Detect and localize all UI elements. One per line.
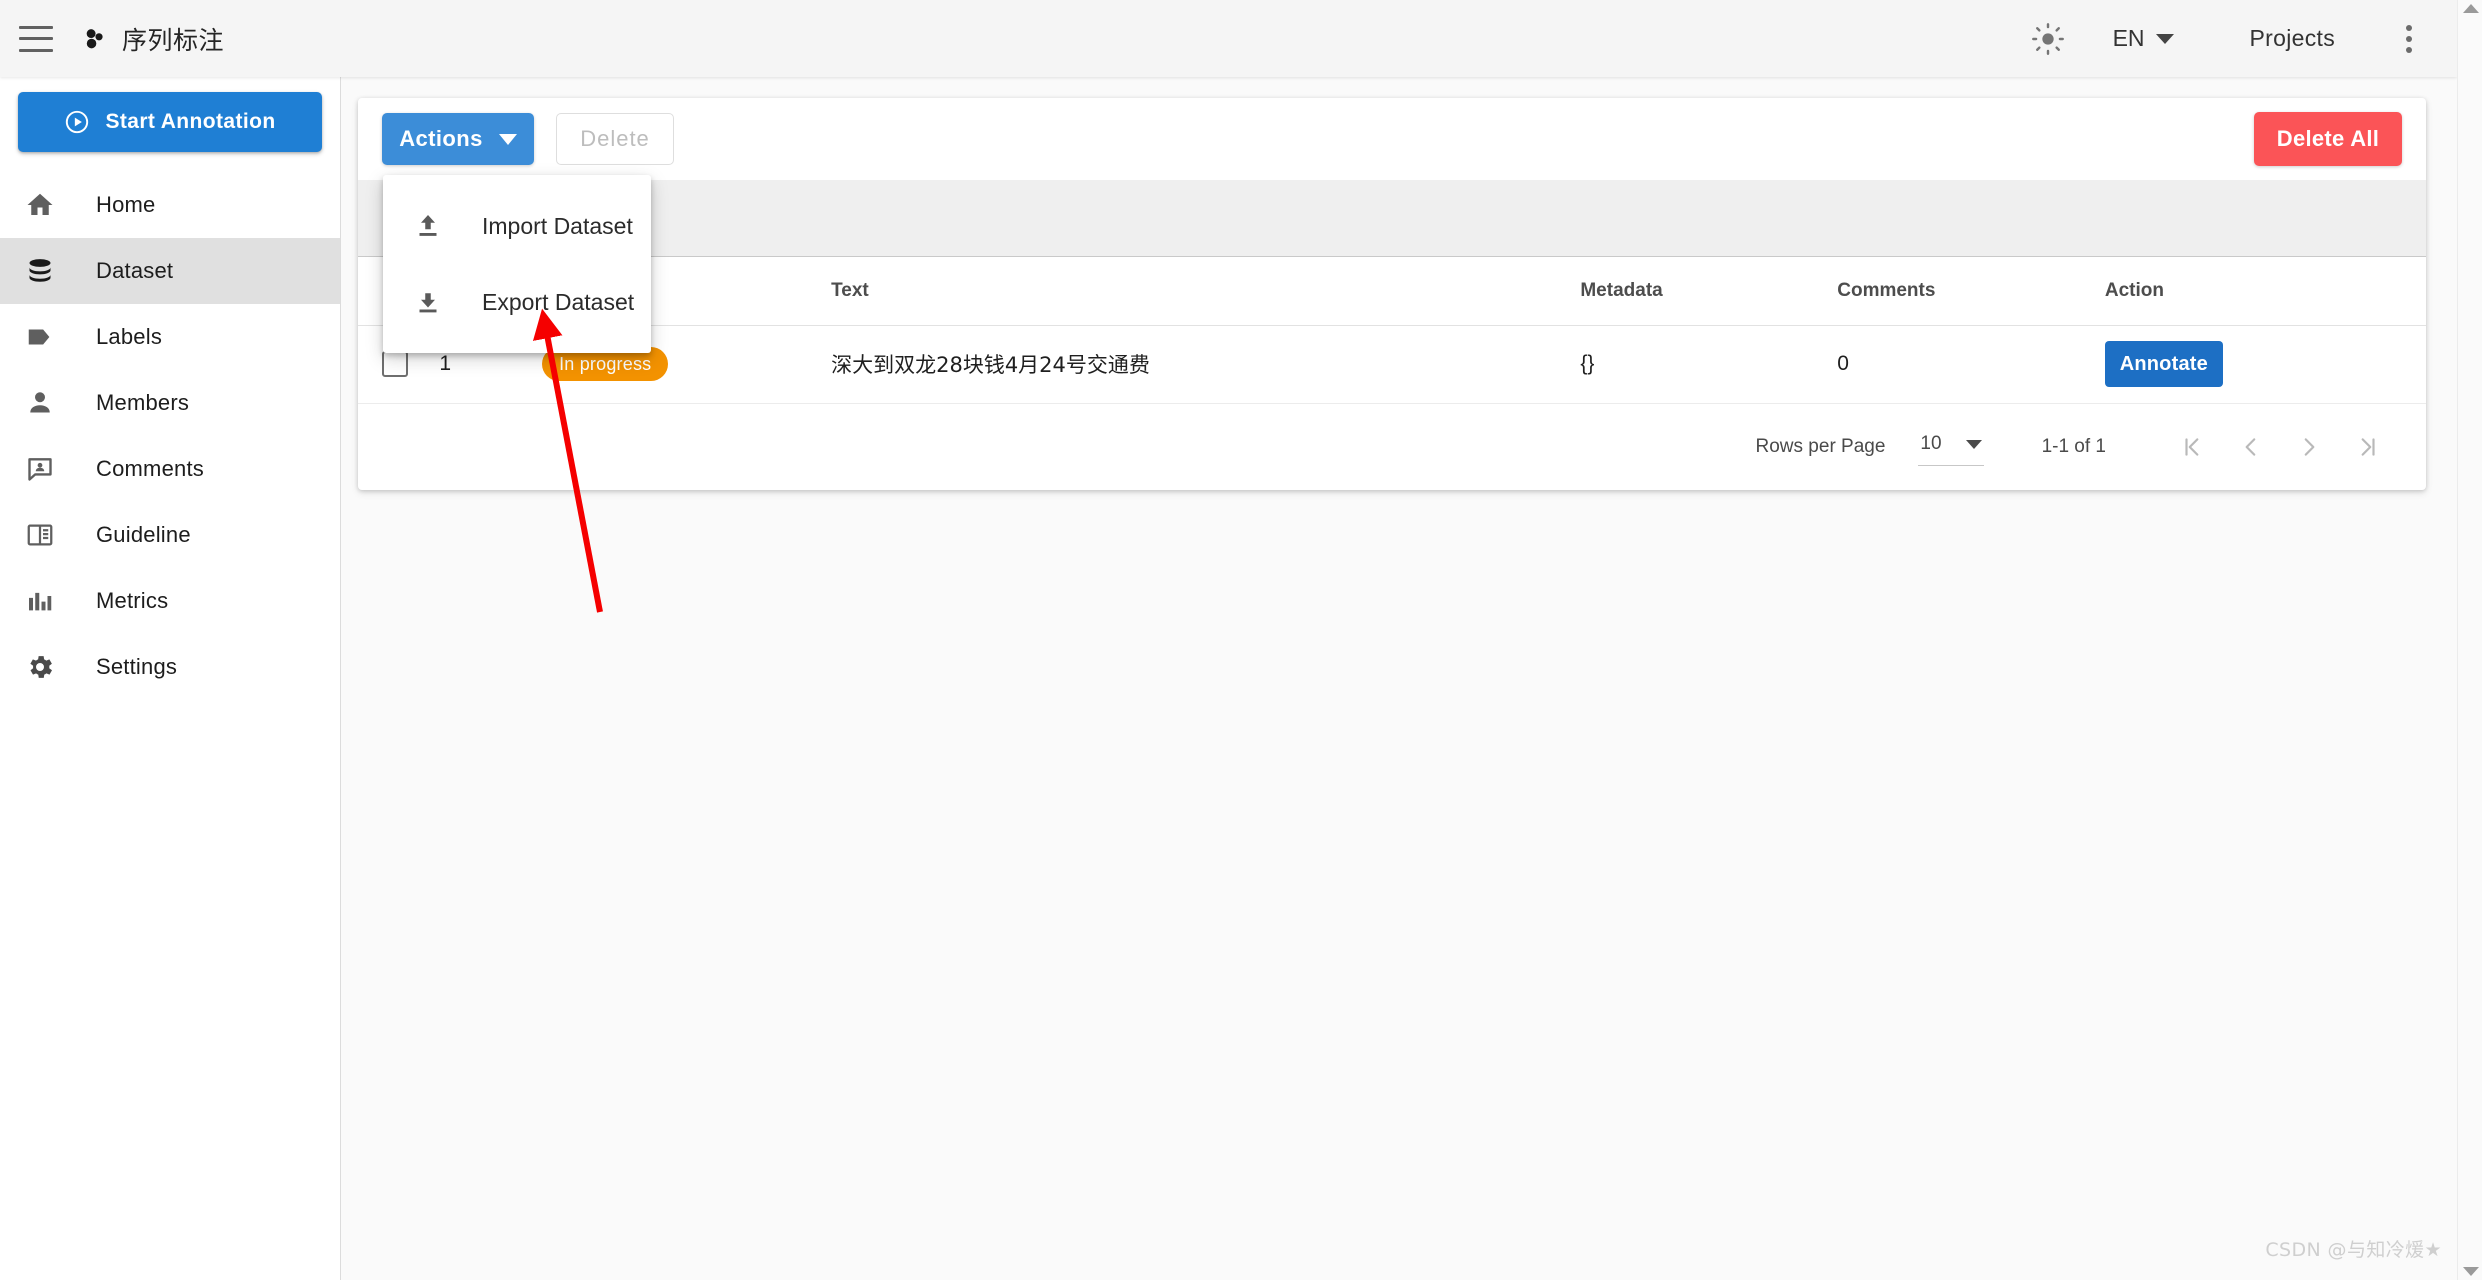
sidebar: Start Annotation Home Dataset Labels Mem… xyxy=(0,77,341,1280)
menu-item-import-dataset[interactable]: Import Dataset xyxy=(383,188,651,264)
home-icon xyxy=(14,190,66,220)
table-row: 1 In progress 深大到双龙28块钱4月24号交通费 {} 0 Ann… xyxy=(358,325,2426,404)
last-page-icon[interactable] xyxy=(2338,418,2396,476)
sidebar-item-guideline[interactable]: Guideline xyxy=(0,502,340,568)
sidebar-item-label: Metrics xyxy=(96,588,169,613)
dataset-card: Actions Delete Delete All Text Metadata xyxy=(358,98,2426,490)
main-content: Actions Delete Delete All Text Metadata xyxy=(341,77,2457,1280)
menu-item-export-dataset[interactable]: Export Dataset xyxy=(383,264,651,340)
page-title: 序列标注 xyxy=(122,25,225,55)
start-annotation-button[interactable]: Start Annotation xyxy=(18,92,322,152)
label-tag-icon xyxy=(14,322,66,352)
row-action-cell: Annotate xyxy=(2104,325,2426,404)
sidebar-item-label: Members xyxy=(96,390,190,415)
table-header-row: Text Metadata Comments Action xyxy=(358,257,2426,326)
sidebar-item-label: Guideline xyxy=(96,522,191,547)
app-root: 序列标注 EN Projects Start Annotation Home D… xyxy=(0,0,2482,1280)
column-header-metadata: Metadata xyxy=(1580,257,1838,326)
projects-link[interactable]: Projects xyxy=(2232,15,2353,62)
sidebar-item-dataset[interactable]: Dataset xyxy=(0,238,340,304)
row-text-cell: 深大到双龙28块钱4月24号交通费 xyxy=(831,325,1581,404)
play-circle-icon xyxy=(66,110,89,134)
row-metadata-cell: {} xyxy=(1580,325,1838,404)
sidebar-item-label: Dataset xyxy=(96,258,174,283)
chevron-right-icon[interactable] xyxy=(2280,418,2338,476)
start-annotation-label: Start Annotation xyxy=(105,110,276,133)
column-header-text: Text xyxy=(831,257,1581,326)
chevron-left-icon[interactable] xyxy=(2222,418,2280,476)
filter-strip[interactable] xyxy=(358,180,2426,257)
language-label: EN xyxy=(2112,25,2145,51)
table-head: Text Metadata Comments Action xyxy=(358,257,2426,326)
book-open-icon xyxy=(14,520,66,550)
rows-per-page-select[interactable]: 10 xyxy=(1918,427,1984,466)
comment-icon xyxy=(14,454,66,484)
column-header-comments: Comments xyxy=(1837,257,2105,326)
sidebar-item-label: Labels xyxy=(96,324,163,349)
caret-down-icon xyxy=(1965,439,1982,449)
person-icon xyxy=(14,388,66,418)
sidebar-item-members[interactable]: Members xyxy=(0,370,340,436)
menu-item-label: Import Dataset xyxy=(482,212,633,239)
upload-icon xyxy=(407,211,449,241)
row-comments-cell: 0 xyxy=(1837,325,2105,404)
vertical-scrollbar[interactable] xyxy=(2457,0,2482,1280)
column-header-action: Action xyxy=(2104,257,2426,326)
row-checkbox[interactable] xyxy=(382,351,408,377)
header-actions: EN Projects xyxy=(2017,8,2457,70)
scroll-down-icon[interactable] xyxy=(2463,1267,2479,1276)
app-header: 序列标注 EN Projects xyxy=(0,0,2457,77)
actions-button-label: Actions xyxy=(399,126,483,151)
annotate-button[interactable]: Annotate xyxy=(2104,341,2223,387)
doccano-logo-icon xyxy=(86,28,103,48)
sidebar-item-comments[interactable]: Comments xyxy=(0,436,340,502)
database-icon xyxy=(14,256,66,286)
download-icon xyxy=(407,287,449,317)
sidebar-item-settings[interactable]: Settings xyxy=(0,634,340,700)
rows-per-page-label: Rows per Page xyxy=(1755,435,1886,457)
sidebar-item-label: Home xyxy=(96,192,156,217)
chevron-down-icon xyxy=(2155,33,2174,44)
brightness-sun-icon[interactable] xyxy=(2017,8,2079,70)
watermark: CSDN @与知冷煖★ xyxy=(2265,1239,2442,1261)
brand: 序列标注 xyxy=(83,21,224,57)
dataset-table: Text Metadata Comments Action 1 In progr… xyxy=(358,257,2426,404)
rows-per-page-value: 10 xyxy=(1920,433,1942,454)
sidebar-item-labels[interactable]: Labels xyxy=(0,304,340,370)
paginator: Rows per Page 10 1-1 of 1 xyxy=(358,404,2426,490)
dataset-toolbar: Actions Delete Delete All xyxy=(358,98,2426,180)
page-range-label: 1-1 of 1 xyxy=(2041,435,2106,457)
caret-down-icon xyxy=(498,133,517,145)
sidebar-item-home[interactable]: Home xyxy=(0,172,340,238)
actions-menu: Import Dataset Export Dataset xyxy=(383,175,651,353)
sidebar-item-metrics[interactable]: Metrics xyxy=(0,568,340,634)
vertical-dots-icon[interactable] xyxy=(2383,8,2435,70)
bar-chart-icon xyxy=(14,586,66,616)
scroll-up-icon[interactable] xyxy=(2463,4,2479,13)
gear-icon xyxy=(14,652,66,682)
first-page-icon[interactable] xyxy=(2164,418,2222,476)
sidebar-nav: Home Dataset Labels Members Comments Gui… xyxy=(0,172,340,700)
sidebar-item-label: Settings xyxy=(96,654,178,679)
actions-button[interactable]: Actions xyxy=(382,113,534,165)
sidebar-item-label: Comments xyxy=(96,456,204,481)
hamburger-icon[interactable] xyxy=(19,25,53,52)
language-selector[interactable]: EN xyxy=(2097,15,2190,62)
menu-item-label: Export Dataset xyxy=(482,288,635,315)
delete-button[interactable]: Delete xyxy=(556,113,674,165)
table-body: 1 In progress 深大到双龙28块钱4月24号交通费 {} 0 Ann… xyxy=(358,325,2426,404)
delete-all-button[interactable]: Delete All xyxy=(2254,112,2402,166)
